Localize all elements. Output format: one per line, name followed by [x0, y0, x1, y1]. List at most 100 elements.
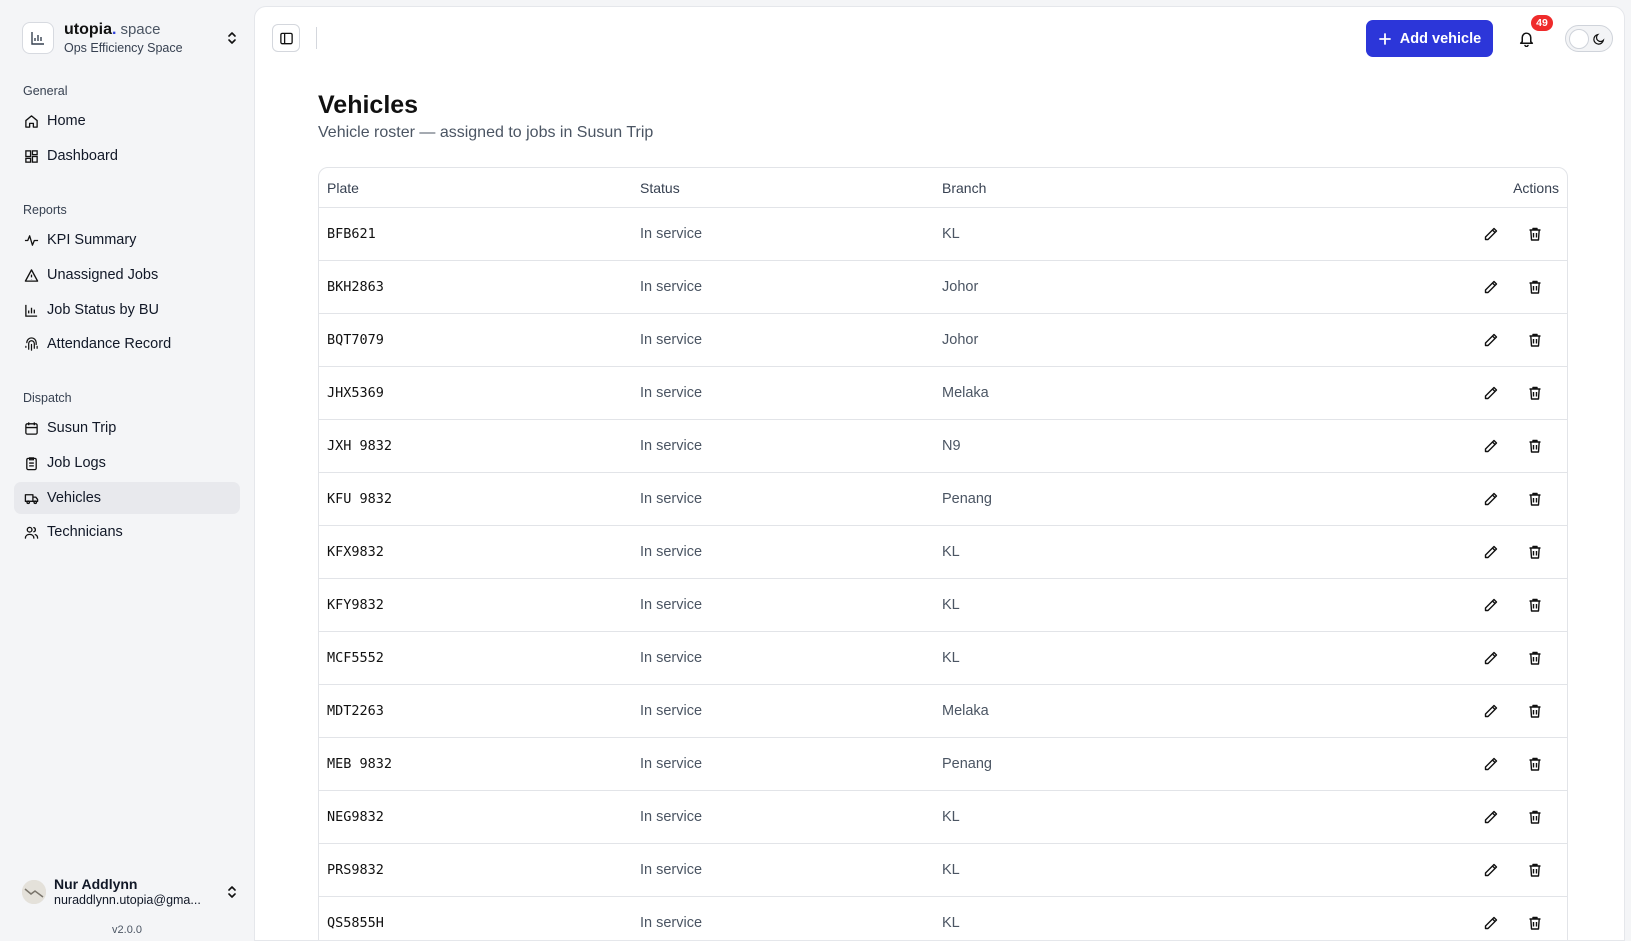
edit-button[interactable] [1469, 432, 1513, 460]
trash-icon [1529, 386, 1541, 400]
pencil-icon [1484, 810, 1498, 824]
main-content: Add vehicle 49 Vehicles Vehicle roster —… [254, 6, 1625, 941]
chevrons-up-down-icon [224, 30, 240, 46]
trash-icon [1529, 333, 1541, 347]
add-vehicle-button[interactable]: Add vehicle [1366, 20, 1493, 57]
plus-icon [1378, 32, 1392, 46]
delete-button[interactable] [1513, 326, 1557, 354]
edit-button[interactable] [1469, 803, 1513, 831]
delete-button[interactable] [1513, 803, 1557, 831]
branch-cell: Penang [942, 756, 992, 772]
edit-button[interactable] [1469, 485, 1513, 513]
toggle-knob [1569, 28, 1589, 49]
delete-button[interactable] [1513, 432, 1557, 460]
edit-button[interactable] [1469, 379, 1513, 407]
plate-cell: BQT7079 [327, 332, 384, 348]
delete-button[interactable] [1513, 644, 1557, 672]
bell-icon [1519, 31, 1533, 47]
edit-button[interactable] [1469, 220, 1513, 248]
sidebar-item-job-logs[interactable]: Job Logs [14, 447, 240, 479]
delete-button[interactable] [1513, 856, 1557, 884]
notifications-button[interactable] [1515, 27, 1537, 49]
actions-cell [1342, 909, 1567, 937]
page-title: Vehicles [318, 91, 419, 119]
truck-icon [23, 490, 39, 506]
delete-button[interactable] [1513, 697, 1557, 725]
delete-button[interactable] [1513, 909, 1557, 937]
delete-button[interactable] [1513, 220, 1557, 248]
column-header-branch[interactable]: Branch [942, 180, 1342, 196]
plate-cell: MEB 9832 [327, 756, 393, 772]
sidebar-item-job-status-by-bu[interactable]: Job Status by BU [14, 294, 240, 326]
sidebar-item-susun-trip[interactable]: Susun Trip [14, 412, 240, 444]
edit-button[interactable] [1469, 538, 1513, 566]
status-cell: In service [640, 809, 703, 825]
column-header-plate[interactable]: Plate [319, 180, 640, 196]
notification-count-badge: 49 [1531, 15, 1553, 31]
trash-icon [1529, 810, 1541, 824]
edit-button[interactable] [1469, 750, 1513, 778]
branch-cell: Melaka [942, 385, 989, 401]
branch-cell: KL [942, 226, 960, 242]
pencil-icon [1484, 651, 1498, 665]
table-row: MEB 9832 In service Penang [319, 738, 1567, 791]
pencil-icon [1484, 227, 1498, 241]
edit-button[interactable] [1469, 273, 1513, 301]
edit-button[interactable] [1469, 591, 1513, 619]
actions-cell [1342, 644, 1567, 672]
delete-button[interactable] [1513, 273, 1557, 301]
delete-button[interactable] [1513, 538, 1557, 566]
table-row: MDT2263 In service Melaka [319, 685, 1567, 738]
sidebar-item-label: Home [47, 113, 86, 129]
edit-button[interactable] [1469, 909, 1513, 937]
sidebar-item-dashboard[interactable]: Dashboard [14, 140, 240, 172]
actions-cell [1342, 803, 1567, 831]
sidebar-item-vehicles[interactable]: Vehicles [14, 482, 240, 514]
theme-toggle[interactable] [1565, 25, 1613, 52]
sidebar-item-kpi-summary[interactable]: KPI Summary [14, 224, 240, 256]
edit-button[interactable] [1469, 697, 1513, 725]
header-divider [316, 27, 317, 49]
edit-button[interactable] [1469, 326, 1513, 354]
trash-icon [1529, 227, 1541, 241]
activity-icon [23, 232, 39, 248]
status-cell: In service [640, 756, 703, 772]
trash-icon [1529, 280, 1541, 294]
sidebar-item-attendance-record[interactable]: Attendance Record [14, 328, 240, 360]
sidebar-item-label: Vehicles [47, 490, 102, 506]
actions-cell [1342, 856, 1567, 884]
edit-button[interactable] [1469, 644, 1513, 672]
vehicles-table: Plate Status Branch Actions BFB621 In se… [318, 167, 1568, 940]
user-text: Nur Addlynn nuraddlynn.utopia@gma... [54, 876, 224, 908]
workspace-brand: utopia. space [64, 21, 161, 38]
table-row: QS5855H In service KL [319, 897, 1567, 940]
chevrons-up-down-icon [224, 884, 240, 900]
trash-icon [1529, 916, 1541, 930]
trash-icon [1529, 651, 1541, 665]
status-cell: In service [640, 862, 703, 878]
sidebar-item-unassigned-jobs[interactable]: Unassigned Jobs [14, 259, 240, 291]
actions-cell [1342, 220, 1567, 248]
table-row: NEG9832 In service KL [319, 791, 1567, 844]
edit-button[interactable] [1469, 856, 1513, 884]
actions-cell [1342, 591, 1567, 619]
plate-cell: QS5855H [327, 915, 384, 931]
sidebar-item-technicians[interactable]: Technicians [14, 516, 240, 548]
status-cell: In service [640, 279, 703, 295]
table-row: KFU 9832 In service Penang [319, 473, 1567, 526]
status-cell: In service [640, 915, 703, 931]
user-menu[interactable]: Nur Addlynn nuraddlynn.utopia@gma... [22, 873, 240, 911]
delete-button[interactable] [1513, 485, 1557, 513]
delete-button[interactable] [1513, 591, 1557, 619]
dashboard-icon [23, 148, 39, 164]
table-row: KFX9832 In service KL [319, 526, 1567, 579]
toggle-sidebar-button[interactable] [272, 24, 300, 52]
column-header-status[interactable]: Status [640, 180, 942, 196]
workspace-switcher[interactable]: utopia. space Ops Efficiency Space [22, 20, 240, 56]
actions-cell [1342, 379, 1567, 407]
plate-cell: BFB621 [327, 226, 376, 242]
sidebar-item-home[interactable]: Home [14, 105, 240, 137]
delete-button[interactable] [1513, 379, 1557, 407]
workspace-text: utopia. space Ops Efficiency Space [64, 20, 224, 56]
delete-button[interactable] [1513, 750, 1557, 778]
